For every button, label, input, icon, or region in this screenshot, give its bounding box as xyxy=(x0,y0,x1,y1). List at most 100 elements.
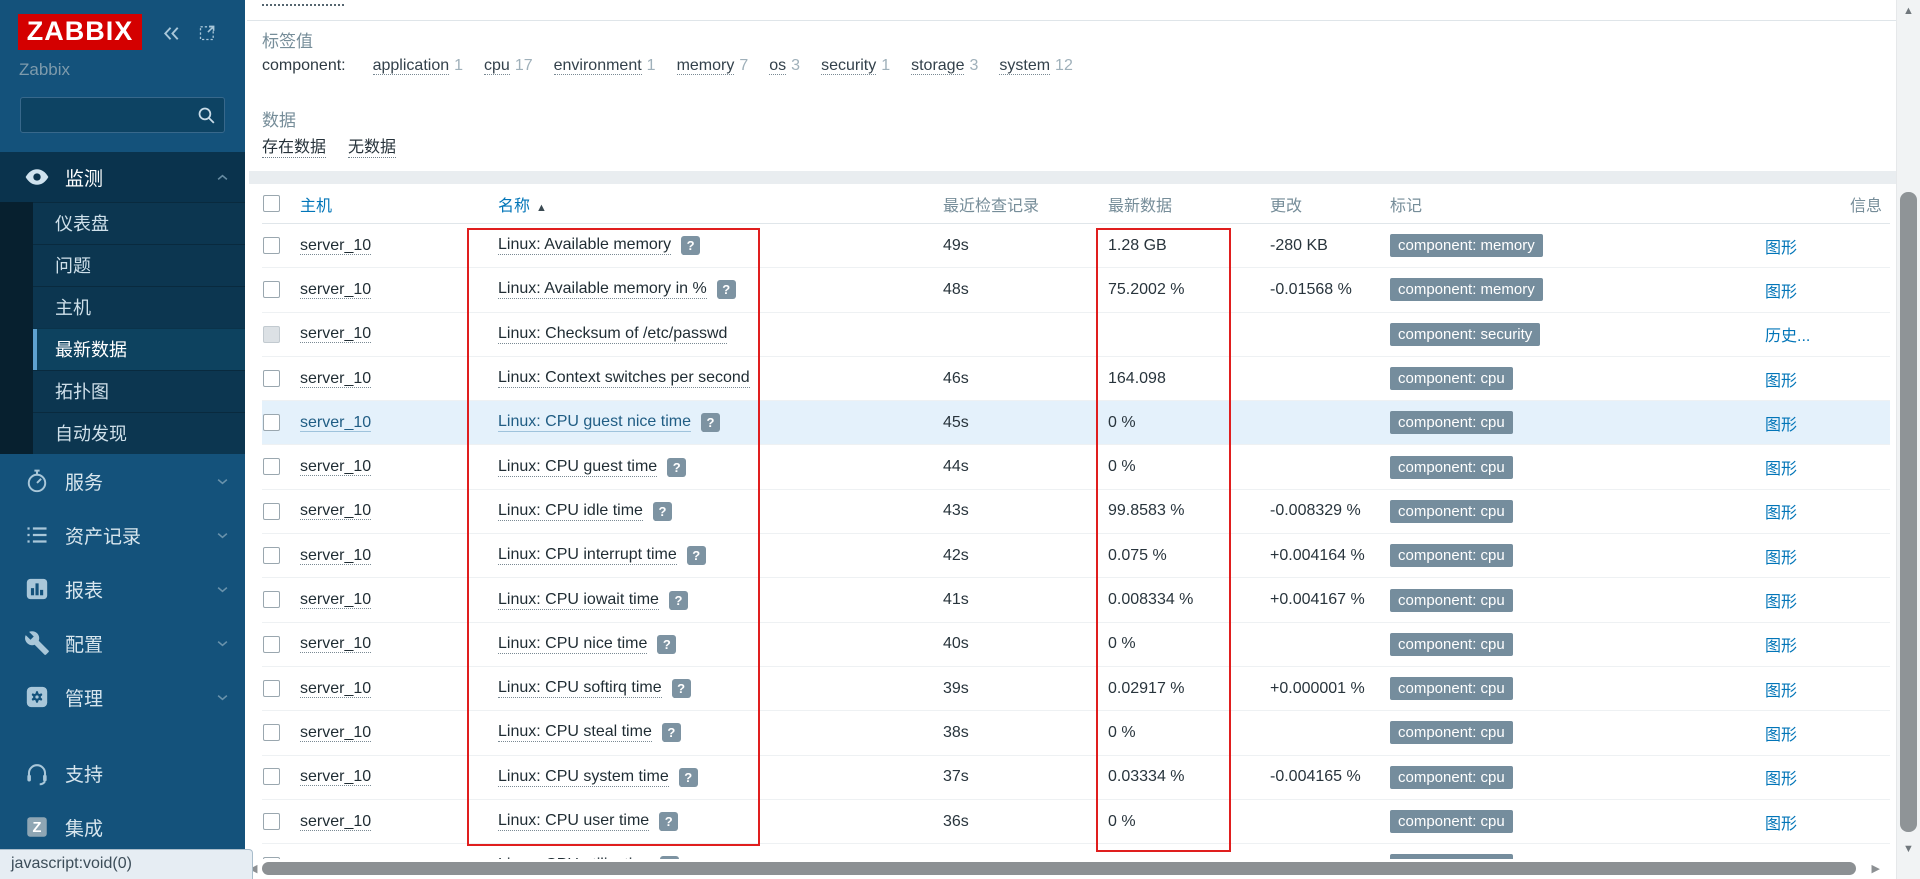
row-checkbox[interactable] xyxy=(263,503,280,520)
row-checkbox[interactable] xyxy=(263,237,280,254)
sidebar-item-maps[interactable]: 拓扑图 xyxy=(33,370,245,412)
scroll-up-arrow[interactable]: ▲ xyxy=(1897,5,1920,17)
info-link[interactable]: 图形 xyxy=(1765,461,1797,478)
sort-by-host[interactable]: 主机 xyxy=(300,198,332,215)
expand-sidebar-icon[interactable] xyxy=(197,22,221,46)
row-checkbox[interactable] xyxy=(263,547,280,564)
info-link[interactable]: 图形 xyxy=(1765,550,1797,567)
sidebar-item-hosts[interactable]: 主机 xyxy=(33,286,245,328)
row-checkbox[interactable] xyxy=(263,591,280,608)
scroll-right-arrow[interactable]: ▶ xyxy=(1872,862,1880,875)
host-link[interactable]: server_10 xyxy=(300,502,371,520)
sidebar-item-problems[interactable]: 问题 xyxy=(33,244,245,286)
sidebar-item-monitoring[interactable]: 监测 xyxy=(0,152,245,202)
info-link[interactable]: 图形 xyxy=(1765,816,1797,833)
sidebar-item-reports[interactable]: 报表 xyxy=(0,562,245,616)
item-name-link[interactable]: Linux: Available memory in % xyxy=(498,280,707,299)
tag-badge[interactable]: component: cpu xyxy=(1390,766,1513,789)
tag-filter-link[interactable]: application xyxy=(373,57,450,75)
item-name-link[interactable]: Linux: CPU guest time xyxy=(498,458,657,477)
row-checkbox[interactable] xyxy=(263,768,280,785)
tag-badge[interactable]: component: cpu xyxy=(1390,633,1513,656)
tag-filter-link[interactable]: storage xyxy=(911,57,964,75)
host-link[interactable]: server_10 xyxy=(300,547,371,565)
tag-filter-link[interactable]: memory xyxy=(677,57,735,75)
host-link[interactable]: server_10 xyxy=(300,724,371,742)
host-link[interactable]: server_10 xyxy=(300,635,371,653)
help-icon[interactable]: ? xyxy=(679,768,698,787)
zabbix-logo[interactable]: ZABBIX xyxy=(18,14,142,50)
host-link[interactable]: server_10 xyxy=(300,458,371,476)
help-icon[interactable]: ? xyxy=(672,679,691,698)
item-name-link[interactable]: Linux: CPU iowait time xyxy=(498,591,659,610)
info-link[interactable]: 图形 xyxy=(1765,771,1797,788)
tag-badge[interactable]: component: cpu xyxy=(1390,367,1513,390)
help-icon[interactable]: ? xyxy=(701,413,720,432)
row-checkbox[interactable] xyxy=(263,370,280,387)
info-link[interactable]: 图形 xyxy=(1765,240,1797,257)
data-filter-link[interactable]: 存在数据 xyxy=(262,133,326,158)
row-checkbox[interactable] xyxy=(263,813,280,830)
sort-by-name[interactable]: 名称 xyxy=(498,198,530,215)
help-icon[interactable]: ? xyxy=(687,546,706,565)
row-checkbox[interactable] xyxy=(263,636,280,653)
tag-badge[interactable]: component: cpu xyxy=(1390,810,1513,833)
collapse-sidebar-icon[interactable] xyxy=(160,22,184,46)
help-icon[interactable]: ? xyxy=(657,635,676,654)
tag-badge[interactable]: component: cpu xyxy=(1390,721,1513,744)
item-name-link[interactable]: Linux: Context switches per second xyxy=(498,369,750,388)
tag-badge[interactable]: component: cpu xyxy=(1390,544,1513,567)
item-name-link[interactable]: Linux: Available memory xyxy=(498,236,671,255)
item-name-link[interactable]: Linux: CPU steal time xyxy=(498,723,652,742)
host-link[interactable]: server_10 xyxy=(300,414,371,432)
sidebar-item-support[interactable]: 支持 xyxy=(0,746,245,800)
item-name-link[interactable]: Linux: CPU system time xyxy=(498,768,669,787)
item-name-link[interactable]: Linux: CPU softirq time xyxy=(498,679,662,698)
sidebar-item-services[interactable]: 服务 xyxy=(0,454,245,508)
info-link[interactable]: 图形 xyxy=(1765,683,1797,700)
host-link[interactable]: server_10 xyxy=(300,237,371,255)
tag-badge[interactable]: component: cpu xyxy=(1390,677,1513,700)
tag-filter-link[interactable]: security xyxy=(821,57,876,75)
host-link[interactable]: server_10 xyxy=(300,768,371,786)
help-icon[interactable]: ? xyxy=(717,280,736,299)
row-checkbox[interactable] xyxy=(263,414,280,431)
help-icon[interactable]: ? xyxy=(667,458,686,477)
info-link[interactable]: 图形 xyxy=(1765,594,1797,611)
info-link[interactable]: 图形 xyxy=(1765,727,1797,744)
tag-badge[interactable]: component: cpu xyxy=(1390,411,1513,434)
tag-filter-link[interactable]: cpu xyxy=(484,57,510,75)
host-link[interactable]: server_10 xyxy=(300,281,371,299)
sidebar-item-administration[interactable]: 管理 xyxy=(0,670,245,724)
item-name-link[interactable]: Linux: Checksum of /etc/passwd xyxy=(498,325,727,344)
row-checkbox[interactable] xyxy=(263,326,280,343)
tag-badge[interactable]: component: security xyxy=(1390,323,1540,346)
tag-filter-link[interactable]: environment xyxy=(554,57,642,75)
item-name-link[interactable]: Linux: CPU interrupt time xyxy=(498,546,677,565)
info-link[interactable]: 图形 xyxy=(1765,505,1797,522)
tag-badge[interactable]: component: memory xyxy=(1390,234,1543,257)
info-link[interactable]: 历史... xyxy=(1765,328,1810,345)
host-link[interactable]: server_10 xyxy=(300,680,371,698)
help-icon[interactable]: ? xyxy=(653,502,672,521)
data-filter-link[interactable]: 无数据 xyxy=(348,133,396,158)
info-link[interactable]: 图形 xyxy=(1765,284,1797,301)
info-link[interactable]: 图形 xyxy=(1765,373,1797,390)
scroll-down-arrow[interactable]: ▼ xyxy=(1897,843,1920,855)
sidebar-item-dashboard[interactable]: 仪表盘 xyxy=(33,202,245,244)
host-link[interactable]: server_10 xyxy=(300,325,371,343)
help-icon[interactable]: ? xyxy=(669,591,688,610)
horizontal-scrollbar-thumb[interactable] xyxy=(262,862,1856,875)
help-icon[interactable]: ? xyxy=(659,812,678,831)
help-icon[interactable]: ? xyxy=(662,723,681,742)
host-link[interactable]: server_10 xyxy=(300,813,371,831)
help-icon[interactable]: ? xyxy=(681,236,700,255)
sidebar-item-inventory[interactable]: 资产记录 xyxy=(0,508,245,562)
item-name-link[interactable]: Linux: CPU nice time xyxy=(498,635,647,654)
item-name-link[interactable]: Linux: CPU idle time xyxy=(498,502,643,521)
tag-filter-link[interactable]: os xyxy=(769,57,786,75)
row-checkbox[interactable] xyxy=(263,680,280,697)
info-link[interactable]: 图形 xyxy=(1765,417,1797,434)
vertical-scrollbar-thumb[interactable] xyxy=(1900,192,1917,832)
item-name-link[interactable]: Linux: CPU user time xyxy=(498,812,649,831)
